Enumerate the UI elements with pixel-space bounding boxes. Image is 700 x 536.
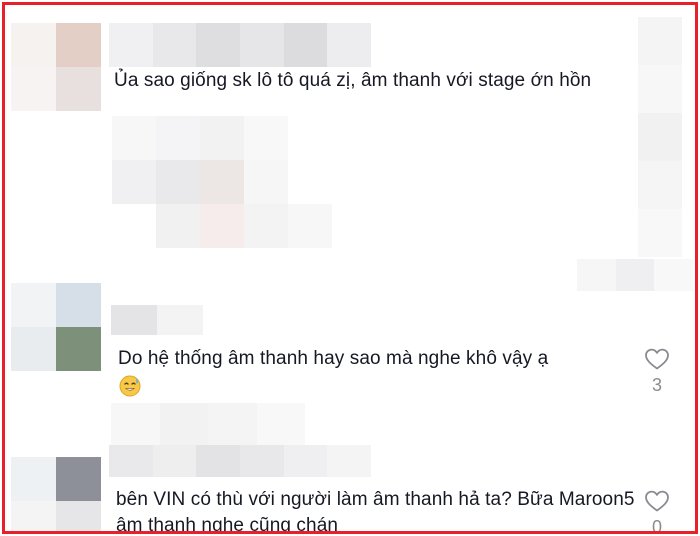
like-count: 3 — [651, 375, 662, 395]
heart-outline-icon — [637, 489, 677, 513]
username[interactable] — [111, 305, 203, 335]
username[interactable] — [109, 445, 371, 477]
heart-outline-icon — [637, 347, 677, 371]
comment-text: bên VIN có thù với người làm âm thanh hả… — [116, 489, 635, 534]
avatar[interactable] — [11, 457, 101, 531]
comment-image[interactable] — [112, 116, 334, 248]
comment-text: Ủa sao giống sk lô tô quá zị, âm thanh v… — [114, 70, 592, 91]
side-action-column — [638, 17, 682, 257]
sweat-smile-emoji — [119, 375, 141, 397]
comment-text-body: Do hệ thống âm thanh hay sao mà nghe khô… — [118, 348, 549, 369]
reply-actions[interactable] — [111, 403, 305, 447]
avatar[interactable] — [11, 283, 101, 371]
comment-text: Do hệ thống âm thanh hay sao mà nghe khô… — [118, 346, 638, 372]
screenshot-frame: Ủa sao giống sk lô tô quá zị, âm thanh v… — [2, 2, 698, 534]
like-count: 0 — [651, 517, 662, 534]
view-replies[interactable] — [577, 259, 693, 291]
like-button[interactable]: 0 — [637, 489, 677, 534]
avatar[interactable] — [11, 23, 101, 111]
username[interactable] — [109, 23, 371, 67]
like-button[interactable]: 3 — [637, 347, 677, 395]
